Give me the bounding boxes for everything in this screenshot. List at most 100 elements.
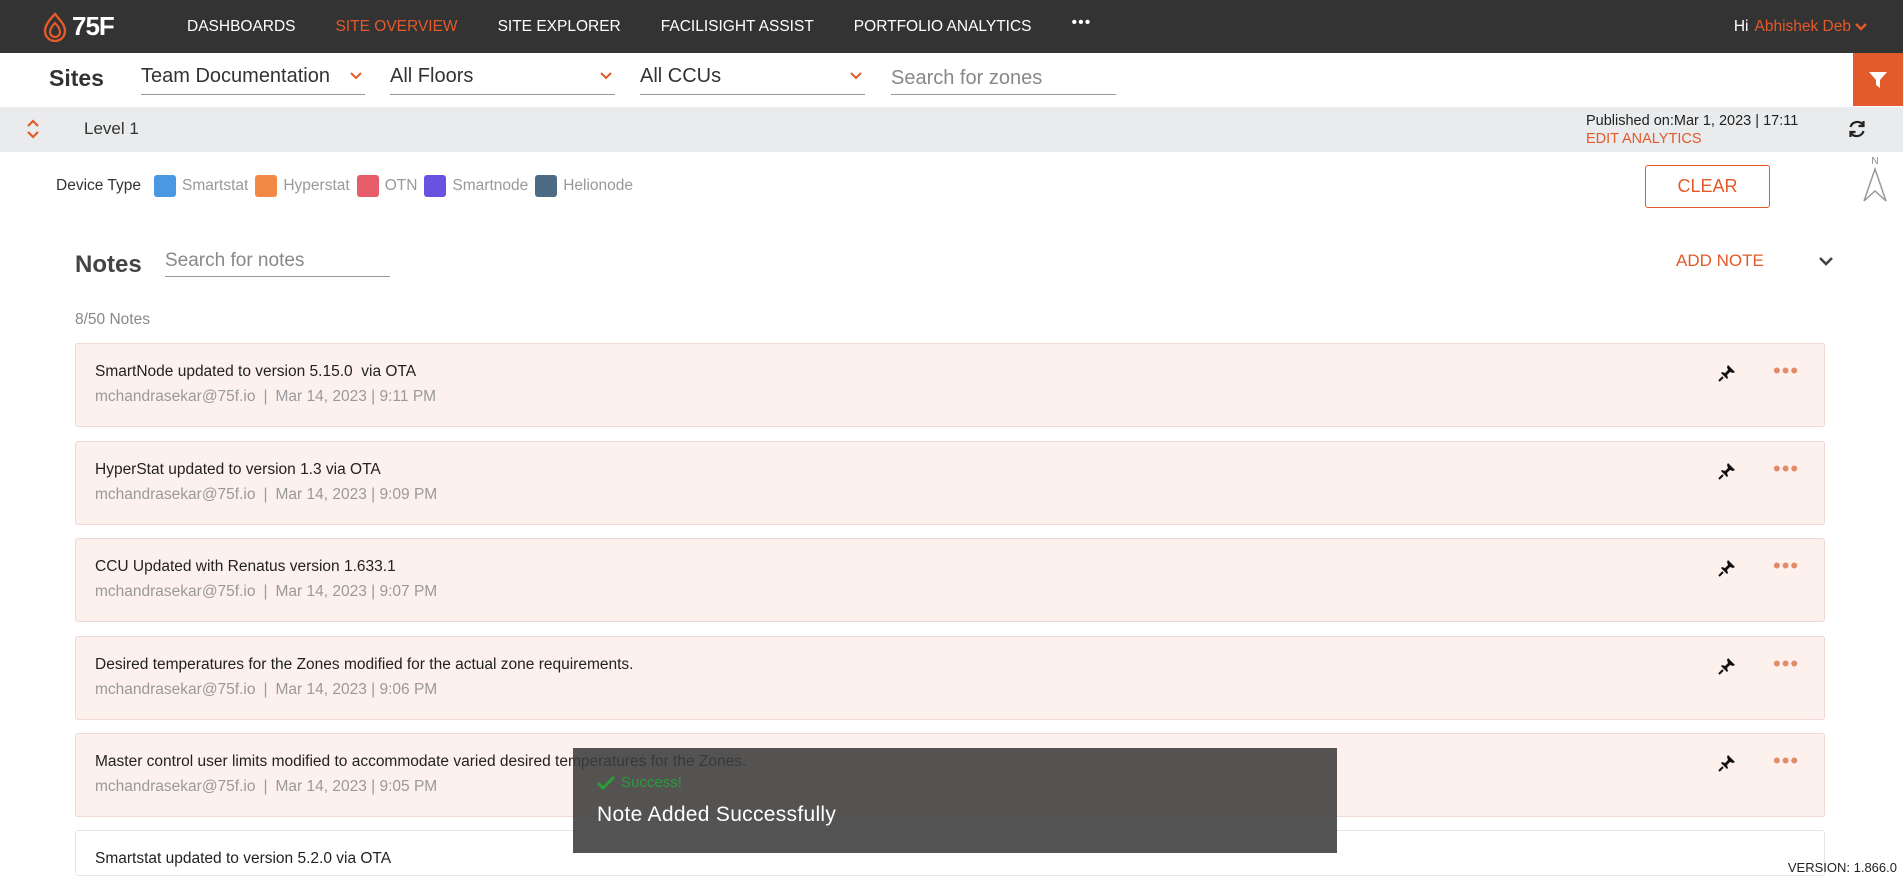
north-arrow-icon [1863, 166, 1887, 202]
pin-icon[interactable] [1718, 657, 1736, 675]
toast-status: Success! [597, 774, 682, 791]
note-date: Mar 14, 2023 | 9:09 PM [275, 486, 438, 503]
note-date: Mar 14, 2023 | 9:07 PM [275, 583, 438, 600]
helionode-swatch [535, 175, 558, 197]
legend-otn[interactable]: OTN [356, 175, 418, 197]
note-separator: | [263, 486, 268, 503]
note-title: HyperStat updated to version 1.3 via OTA [95, 461, 381, 478]
brand-logo[interactable]: 75F [42, 11, 115, 42]
nav-site-overview[interactable]: SITE OVERVIEW [336, 18, 458, 36]
chevron-down-icon [1855, 22, 1867, 31]
floor-select[interactable]: All Floors [390, 63, 615, 95]
legend-smartstat[interactable]: Smartstat [154, 175, 248, 197]
notes-title: Notes [75, 251, 142, 278]
note-author: mchandrasekar@75f.io [95, 388, 256, 405]
hyperstat-swatch [255, 175, 278, 197]
note-date: Mar 14, 2023 | 9:06 PM [275, 681, 438, 698]
device-type-label: Device Type [56, 177, 142, 194]
note-author: mchandrasekar@75f.io [95, 778, 256, 795]
more-options-button[interactable]: ••• [1773, 360, 1799, 382]
chevron-down-icon [850, 72, 862, 80]
legend-label: Smartnode [452, 177, 529, 194]
chevron-down-icon [600, 72, 612, 80]
floor-select-value: All Floors [390, 65, 474, 87]
checkmark-icon [597, 775, 615, 790]
ccu-select[interactable]: All CCUs [640, 63, 865, 95]
sites-filter-bar: Sites Team Documentation All Floors All … [0, 53, 1903, 107]
note-meta: mchandrasekar@75f.io | Mar 14, 2023 | 9:09… [95, 486, 437, 504]
note-card[interactable]: HyperStat updated to version 1.3 via OTA… [75, 441, 1825, 525]
chevron-down-icon [350, 72, 362, 80]
nav-portfolio-analytics[interactable]: PORTFOLIO ANALYTICS [854, 18, 1032, 36]
note-author: mchandrasekar@75f.io [95, 583, 256, 600]
more-options-button[interactable]: ••• [1773, 653, 1799, 675]
nav-dashboards[interactable]: DASHBOARDS [187, 18, 296, 36]
more-options-button[interactable]: ••• [1773, 458, 1799, 480]
legend-label: Hyperstat [283, 177, 350, 194]
clear-button[interactable]: CLEAR [1645, 165, 1770, 208]
add-note-button[interactable]: ADD NOTE [1676, 251, 1764, 271]
pin-icon[interactable] [1718, 364, 1736, 382]
brand-name: 75F [72, 11, 115, 41]
edit-analytics-link[interactable]: EDIT ANALYTICS [1586, 131, 1702, 147]
level-bar: Level 1 Published on:Mar 1, 2023 | 17:11… [0, 107, 1903, 152]
note-card[interactable]: Desired temperatures for the Zones modif… [75, 636, 1825, 720]
app-version: VERSION: 1.866.0 [1787, 860, 1897, 875]
refresh-icon[interactable] [1847, 119, 1867, 139]
more-options-button[interactable]: ••• [1773, 555, 1799, 577]
filter-icon [1869, 71, 1887, 88]
pin-icon[interactable] [1718, 462, 1736, 480]
main-nav: DASHBOARDS SITE OVERVIEW SITE EXPLORER F… [187, 0, 1091, 53]
site-select-value: Team Documentation [141, 65, 330, 87]
toast-message: Note Added Successfully [597, 803, 837, 826]
filter-button[interactable] [1853, 53, 1903, 106]
note-author: mchandrasekar@75f.io [95, 486, 256, 503]
note-title: SmartNode updated to version 5.15.0 via … [95, 363, 417, 380]
compass-north-label: N [1871, 156, 1879, 167]
legend-hyperstat[interactable]: Hyperstat [255, 175, 350, 197]
note-separator: | [263, 778, 268, 795]
success-toast: Success! Note Added Successfully [573, 748, 1337, 853]
nav-site-explorer[interactable]: SITE EXPLORER [498, 18, 621, 36]
user-menu[interactable]: Hi Abhishek Deb [1734, 0, 1867, 53]
legend-label: Smartstat [182, 177, 249, 194]
nav-more-button[interactable]: ••• [1072, 14, 1092, 32]
note-separator: | [263, 388, 268, 405]
smartnode-swatch [424, 175, 447, 197]
nav-facilisight-assist[interactable]: FACILISIGHT ASSIST [661, 18, 814, 36]
user-name[interactable]: Abhishek Deb [1754, 18, 1851, 36]
top-nav-bar: 75F DASHBOARDS SITE OVERVIEW SITE EXPLOR… [0, 0, 1903, 53]
note-card[interactable]: CCU Updated with Renatus version 1.633.1… [75, 538, 1825, 622]
ccu-select-value: All CCUs [640, 65, 722, 87]
legend-smartnode[interactable]: Smartnode [424, 175, 528, 197]
note-meta: mchandrasekar@75f.io | Mar 14, 2023 | 9:05… [95, 778, 437, 796]
notes-count: 8/50 Notes [75, 311, 150, 328]
notes-search-input[interactable] [165, 245, 390, 277]
legend-label: Helionode [563, 177, 634, 194]
legend-label: OTN [384, 177, 418, 194]
device-type-legend: Device Type Smartstat Hyperstat OTN Smar… [56, 175, 640, 197]
site-select[interactable]: Team Documentation [141, 63, 365, 95]
published-info: Published on:Mar 1, 2023 | 17:11 [1586, 113, 1799, 129]
note-author: mchandrasekar@75f.io [95, 681, 256, 698]
note-separator: | [263, 681, 268, 698]
legend-helionode[interactable]: Helionode [535, 175, 633, 197]
otn-swatch [356, 175, 379, 197]
flame-logo-icon [43, 11, 67, 42]
sites-title: Sites [49, 65, 104, 91]
note-card[interactable]: SmartNode updated to version 5.15.0 via … [75, 343, 1825, 427]
user-greeting: Hi [1733, 17, 1749, 35]
pin-icon[interactable] [1718, 754, 1736, 772]
smartstat-swatch [154, 175, 177, 197]
note-meta: mchandrasekar@75f.io | Mar 14, 2023 | 9:07… [95, 583, 437, 601]
note-title: CCU Updated with Renatus version 1.633.1 [95, 558, 396, 575]
zone-search-input[interactable] [891, 63, 1116, 95]
note-date: Mar 14, 2023 | 9:05 PM [275, 778, 438, 795]
compass: N [1862, 156, 1888, 208]
chevron-down-icon[interactable] [1818, 255, 1834, 267]
toast-status-text: Success! [621, 774, 682, 791]
note-title: Desired temperatures for the Zones modif… [95, 656, 634, 673]
more-options-button[interactable]: ••• [1773, 750, 1799, 772]
pin-icon[interactable] [1718, 559, 1736, 577]
expand-collapse-icon[interactable] [26, 118, 40, 140]
